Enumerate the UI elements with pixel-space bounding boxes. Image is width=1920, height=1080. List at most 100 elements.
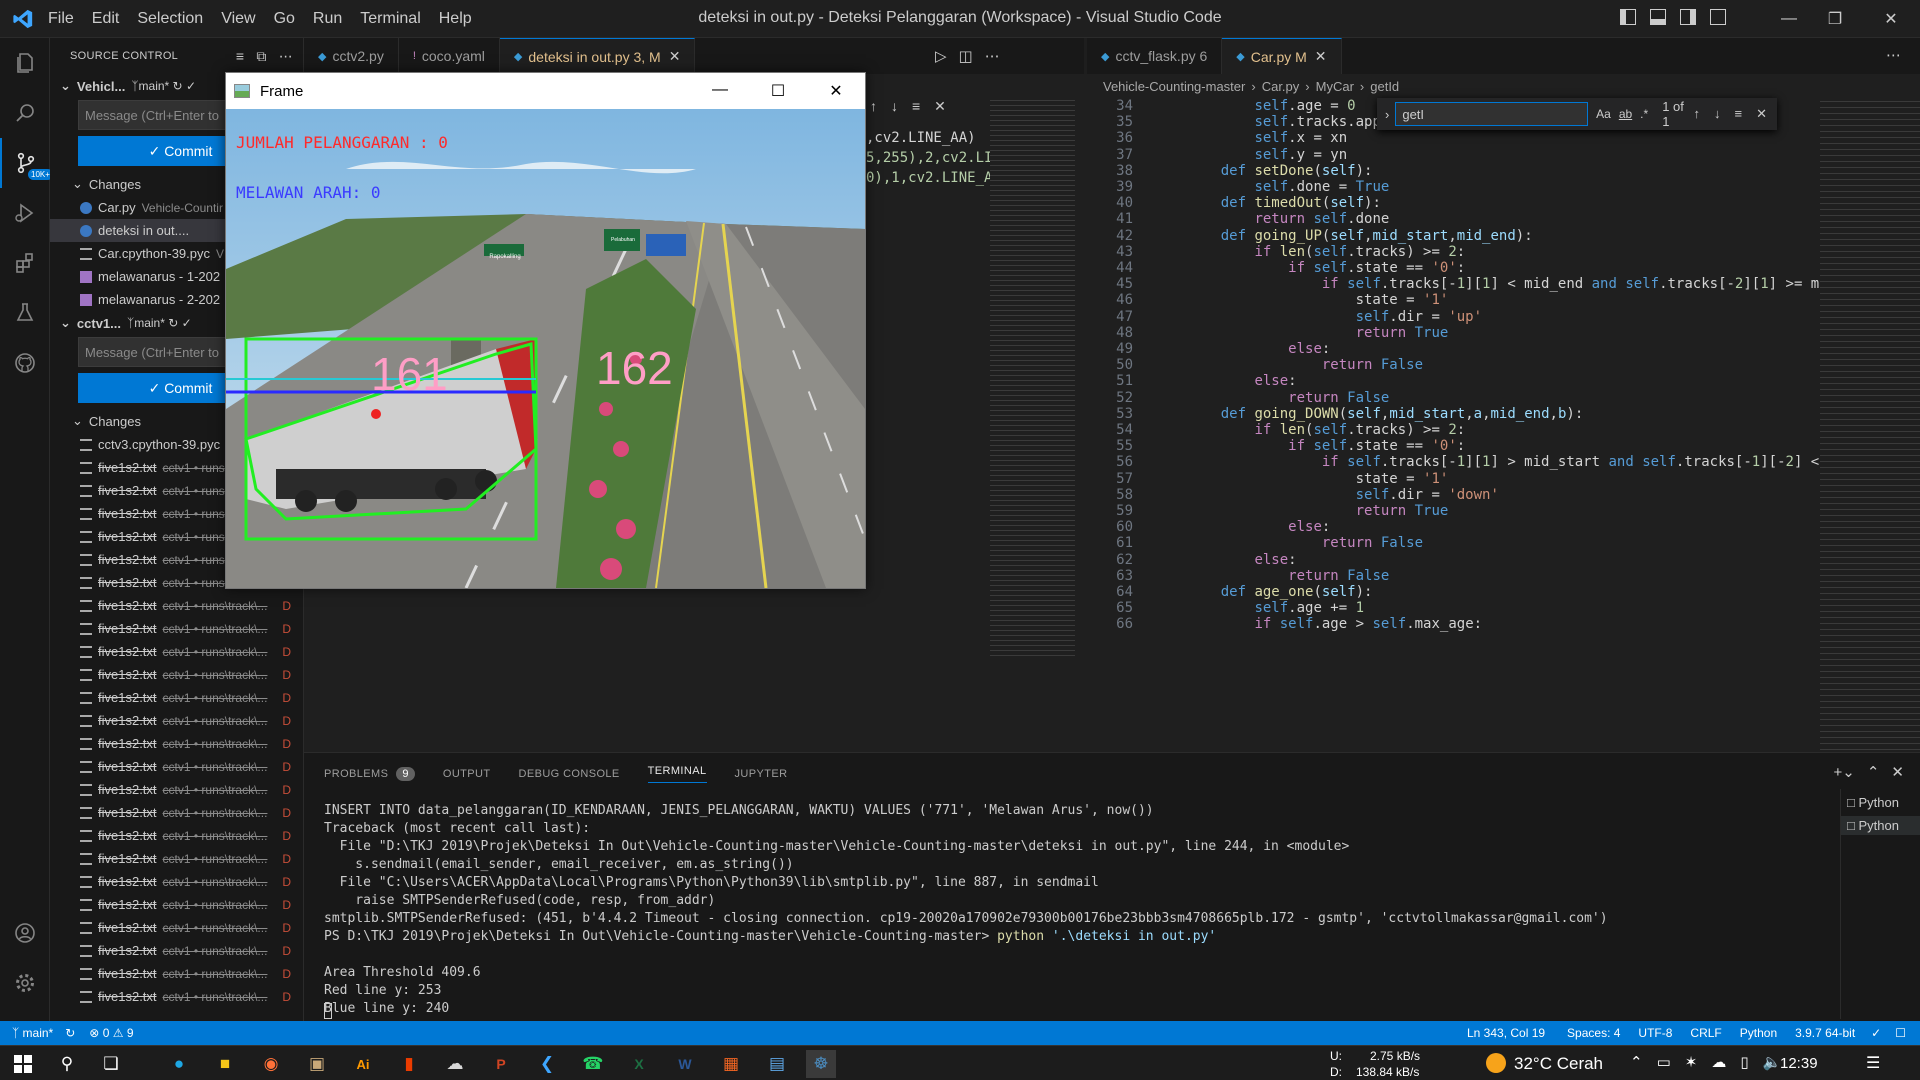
python-interpreter[interactable]: 3.9.7 64-bit	[1795, 1026, 1855, 1040]
deleted-file-item[interactable]: five1s2.txt cctv1 • runs\track\... D	[50, 916, 303, 939]
code-editor[interactable]: 34 self.age = 035 self.tracks.append(sel…	[1087, 98, 1857, 752]
close-icon[interactable]: ✕	[1891, 763, 1904, 781]
close-icon[interactable]: ✕	[934, 98, 946, 115]
editor-tab[interactable]: ◆ deteksi in out.py 3, M ✕	[499, 38, 696, 74]
python-icon[interactable]: ☸	[806, 1050, 836, 1078]
deleted-file-item[interactable]: five1s2.txt cctv1 • runs\track\... D	[50, 962, 303, 985]
frame-titlebar[interactable]: Frame — ☐ ✕	[226, 73, 865, 109]
search-icon[interactable]: ⚲	[52, 1050, 82, 1078]
panel-tab-jupyter[interactable]: JUPYTER	[735, 768, 788, 780]
live-share-icon[interactable]: ✓	[1871, 1026, 1881, 1040]
opencv-frame-window[interactable]: Frame — ☐ ✕ JUMLAH PELANGGARAN: 0 MELAW…	[225, 72, 866, 589]
notifications-bell-icon[interactable]: ☐	[1895, 1026, 1906, 1040]
volume-icon[interactable]: 🔈	[1763, 1053, 1782, 1071]
edge-browser-icon[interactable]: ●	[164, 1050, 194, 1078]
app-icon[interactable]: ☁	[440, 1050, 470, 1078]
panel-tab-terminal[interactable]: TERMINAL	[647, 765, 707, 783]
close-button[interactable]: ✕	[1868, 0, 1914, 38]
find-input[interactable]: getI	[1395, 102, 1589, 126]
deleted-file-item[interactable]: five1s2.txt cctv1 • runs\track\... D	[50, 686, 303, 709]
deleted-file-item[interactable]: five1s2.txt cctv1 • runs\track\... D	[50, 801, 303, 824]
editor-tab[interactable]: ◆ cctv2.py	[304, 38, 399, 74]
close-icon[interactable]: ✕	[1756, 106, 1767, 122]
deleted-file-item[interactable]: five1s2.txt cctv1 • runs\track\... D	[50, 640, 303, 663]
match-case-icon[interactable]: Aa	[1596, 107, 1611, 121]
find-in-selection-icon[interactable]: ≡	[1735, 106, 1743, 122]
bluetooth-icon[interactable]: ✶	[1685, 1053, 1698, 1071]
chevron-right-icon[interactable]: ›	[1385, 107, 1389, 122]
terminal-instance[interactable]: □ Python	[1841, 816, 1920, 835]
more-actions-icon[interactable]: ⋯	[1886, 46, 1901, 64]
editor-tab[interactable]: ◆ Car.py M ✕	[1222, 38, 1342, 74]
deleted-file-item[interactable]: five1s2.txt cctv1 • runs\track\... D	[50, 755, 303, 778]
battery-icon[interactable]: ▯	[1740, 1053, 1748, 1071]
maximize-button[interactable]: ❐	[1812, 0, 1858, 38]
editor-tab[interactable]: ◆ cctv_flask.py 6	[1087, 38, 1223, 74]
breadcrumb-item[interactable]: getId	[1370, 79, 1399, 94]
menu-selection[interactable]: Selection	[137, 10, 203, 28]
toggle-primary-sidebar-icon[interactable]	[1620, 9, 1636, 25]
match-word-icon[interactable]: ab	[1619, 107, 1632, 121]
sync-icon[interactable]: ↻	[65, 1026, 75, 1040]
deleted-file-item[interactable]: five1s2.txt cctv1 • runs\track\... D	[50, 893, 303, 916]
find-in-selection-icon[interactable]: ≡	[912, 98, 920, 115]
view-as-tree-icon[interactable]: ≡	[236, 48, 244, 65]
minimize-button[interactable]: —	[691, 81, 749, 101]
settings-gear-icon[interactable]	[0, 958, 50, 1008]
menu-run[interactable]: Run	[313, 10, 342, 28]
toggle-panel-icon[interactable]	[1650, 9, 1666, 25]
close-button[interactable]: ✕	[807, 81, 865, 101]
maximize-button[interactable]: ☐	[749, 81, 807, 101]
deleted-file-item[interactable]: five1s2.txt cctv1 • runs\track\... D	[50, 939, 303, 962]
deleted-file-item[interactable]: five1s2.txt cctv1 • runs\track\... D	[50, 709, 303, 732]
close-tab-icon[interactable]: ✕	[1315, 48, 1327, 65]
deleted-file-item[interactable]: five1s2.txt cctv1 • runs\track\... D	[50, 778, 303, 801]
photos-icon[interactable]: ▤	[762, 1050, 792, 1078]
extensions-icon[interactable]	[0, 238, 50, 288]
branch-status[interactable]: ᛉ main*	[12, 1026, 53, 1040]
file-explorer-icon[interactable]: ■	[210, 1050, 240, 1078]
encoding[interactable]: UTF-8	[1638, 1026, 1672, 1040]
arrow-up-icon[interactable]: ↑	[870, 98, 877, 115]
indentation[interactable]: Spaces: 4	[1567, 1026, 1620, 1040]
breadcrumb-item[interactable]: Vehicle-Counting-master	[1103, 79, 1245, 94]
menu-help[interactable]: Help	[439, 10, 472, 28]
menu-file[interactable]: File	[48, 10, 74, 28]
deleted-file-item[interactable]: five1s2.txt cctv1 • runs\track\... D	[50, 732, 303, 755]
menu-terminal[interactable]: Terminal	[360, 10, 420, 28]
minimap-left[interactable]	[990, 98, 1075, 658]
windows-start-icon[interactable]	[8, 1050, 38, 1078]
menu-go[interactable]: Go	[274, 10, 295, 28]
menu-edit[interactable]: Edit	[92, 10, 120, 28]
more-actions-icon[interactable]: ⋯	[985, 47, 1000, 65]
panel-tab-output[interactable]: OUTPUT	[443, 768, 491, 780]
regex-icon[interactable]: .*	[1640, 107, 1648, 121]
customize-layout-icon[interactable]	[1710, 9, 1726, 25]
office-icon[interactable]: ▮	[394, 1050, 424, 1078]
deleted-file-item[interactable]: five1s2.txt cctv1 • runs\track\... D	[50, 847, 303, 870]
github-icon[interactable]	[0, 338, 50, 388]
explorer-icon[interactable]	[0, 38, 50, 88]
new-terminal-icon[interactable]: +⌄	[1834, 763, 1855, 781]
arrow-down-icon[interactable]: ↓	[891, 98, 898, 115]
illustrator-icon[interactable]: Ai	[348, 1050, 378, 1078]
branch-indicator[interactable]: ᛉmain* ↻ ✓	[127, 316, 192, 330]
language-mode[interactable]: Python	[1740, 1026, 1777, 1040]
weather-text[interactable]: 32°C Cerah	[1514, 1054, 1603, 1074]
deleted-file-item[interactable]: five1s2.txt cctv1 • runs\track\... D	[50, 663, 303, 686]
deleted-file-item[interactable]: five1s2.txt cctv1 • runs\track\... D	[50, 824, 303, 847]
powerpoint-icon[interactable]: P	[486, 1050, 516, 1078]
close-tab-icon[interactable]: ✕	[669, 48, 681, 65]
run-python-icon[interactable]: ▷	[935, 47, 947, 65]
minimize-button[interactable]: —	[1766, 0, 1812, 38]
whatsapp-icon[interactable]: ☎	[578, 1050, 608, 1078]
task-view-icon[interactable]: ❏	[96, 1050, 126, 1078]
panel-tab-problems[interactable]: PROBLEMS 9	[324, 767, 415, 781]
arrow-up-icon[interactable]: ↑	[1694, 106, 1701, 122]
breadcrumb-item[interactable]: Car.py	[1262, 79, 1300, 94]
word-icon[interactable]: W	[670, 1050, 700, 1078]
archive-app-icon[interactable]: ▣	[302, 1050, 332, 1078]
eol[interactable]: CRLF	[1690, 1026, 1721, 1040]
toggle-secondary-sidebar-icon[interactable]	[1680, 9, 1696, 25]
source-control-icon[interactable]: 10K+	[0, 138, 53, 188]
